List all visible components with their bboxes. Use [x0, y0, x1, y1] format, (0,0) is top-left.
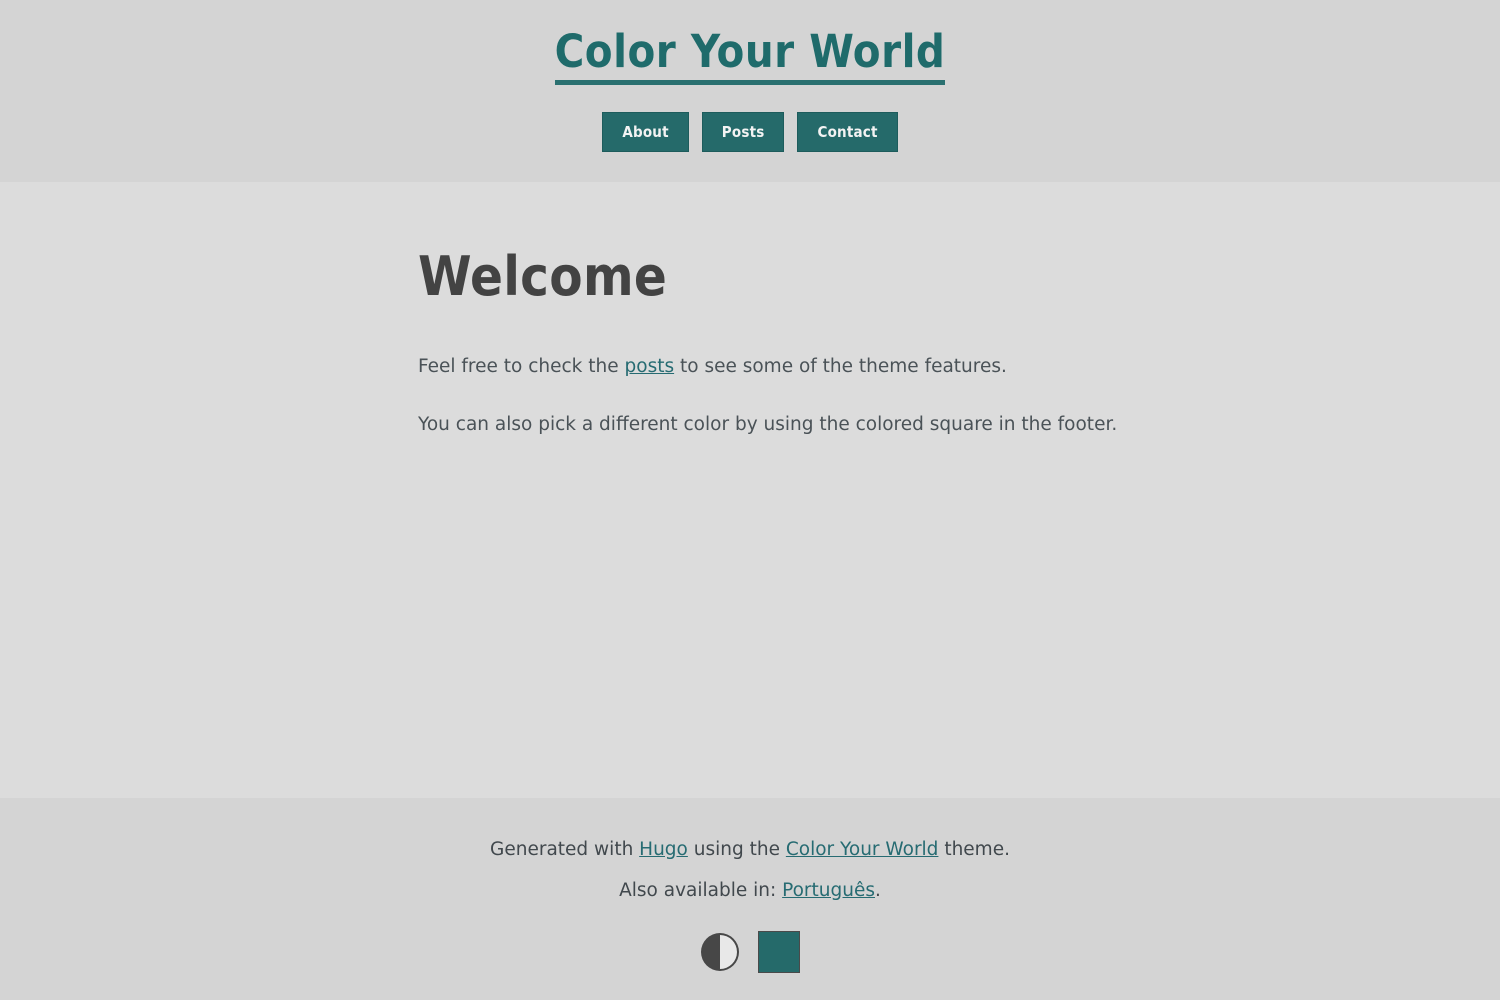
hugo-link[interactable]: Hugo: [639, 839, 688, 860]
site-title-container: Color Your World: [0, 28, 1500, 86]
site-title-link[interactable]: Color Your World: [554, 28, 946, 86]
intro-text-after: to see some of the theme features.: [674, 356, 1007, 378]
intro-text-before: Feel free to check the: [418, 356, 625, 378]
intro-paragraph-color: You can also pick a different color by u…: [418, 413, 1118, 435]
contrast-half-circle-icon-svg: [701, 932, 739, 971]
theme-link[interactable]: Color Your World: [786, 839, 939, 860]
main-navigation: About Posts Contact: [0, 112, 1500, 153]
intro-paragraph-posts: Feel free to check the posts to see some…: [418, 353, 1500, 381]
main-content: Welcome Feel free to check the posts to …: [0, 182, 1500, 798]
contrast-half-circle-icon[interactable]: [700, 932, 740, 972]
footer-text-after: theme.: [938, 839, 1010, 860]
footer-text-middle: using the: [687, 839, 786, 860]
site-header: Color Your World About Posts Contact: [0, 0, 1500, 182]
footer-generated-line: Generated with Hugo using the Color Your…: [0, 836, 1500, 864]
site-footer: Generated with Hugo using the Color Your…: [0, 798, 1500, 1000]
footer-controls: [0, 930, 1500, 973]
portugues-language-link[interactable]: Português: [782, 880, 875, 901]
footer-language-line: Also available in: Português.: [0, 877, 1500, 905]
page-root: Color Your World About Posts Contact Wel…: [0, 0, 1500, 1000]
language-text-before: Also available in:: [619, 879, 783, 901]
color-picker-swatch[interactable]: [758, 930, 800, 973]
nav-item-contact[interactable]: Contact: [797, 112, 898, 153]
page-title: Welcome: [418, 245, 668, 308]
nav-item-about[interactable]: About: [602, 112, 689, 153]
footer-text-before: Generated with: [490, 839, 640, 860]
posts-link[interactable]: posts: [625, 356, 675, 377]
language-text-after: .: [875, 879, 881, 901]
nav-item-posts[interactable]: Posts: [701, 112, 785, 153]
